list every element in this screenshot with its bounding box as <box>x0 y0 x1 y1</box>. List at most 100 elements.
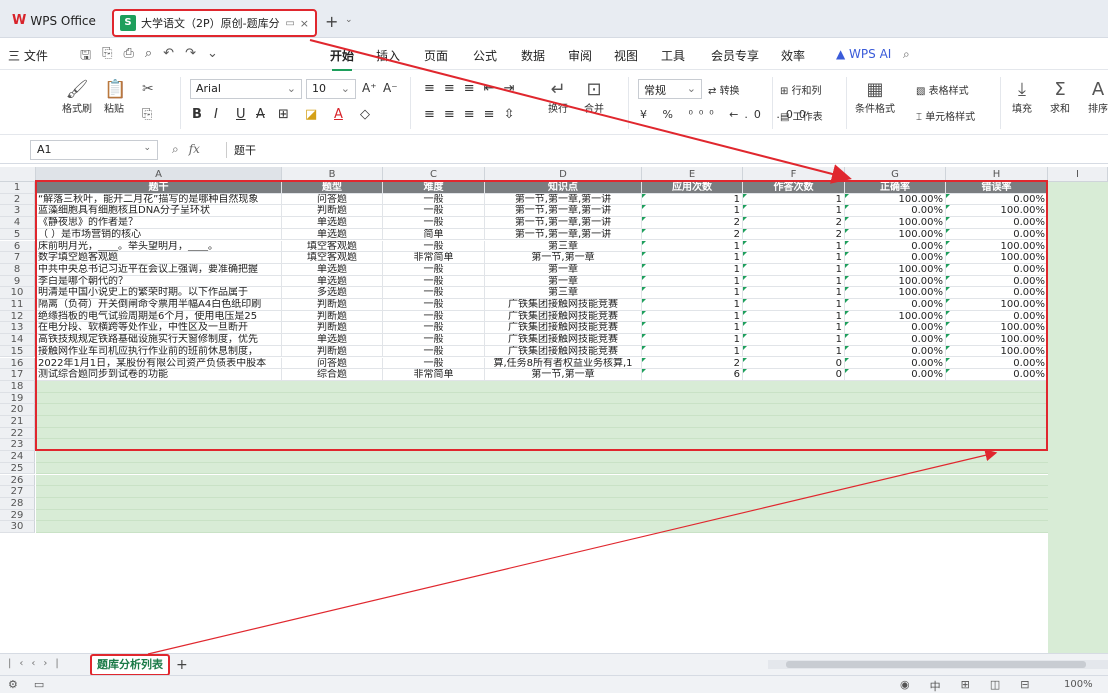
row-header[interactable]: 20 <box>0 404 35 416</box>
table-cell[interactable]: 1 <box>642 263 743 276</box>
table-cell[interactable]: 1 <box>642 345 743 358</box>
table-cell[interactable]: 问答题 <box>282 193 383 206</box>
tab-review[interactable]: 审阅 <box>568 47 592 64</box>
table-cell[interactable]: 100.00% <box>946 334 1048 346</box>
table-cell[interactable]: 一般 <box>383 240 485 253</box>
table-cell[interactable]: 100.00% <box>845 287 946 299</box>
strikethrough-icon[interactable]: A <box>256 107 265 122</box>
column-header-i[interactable]: I <box>1048 167 1108 182</box>
row-header[interactable]: 11 <box>0 299 35 311</box>
macro-icon[interactable]: ⚙ <box>8 678 18 691</box>
table-cell[interactable]: 1 <box>743 193 845 206</box>
underline-icon[interactable]: U <box>236 107 246 122</box>
table-cell[interactable]: 0.00% <box>845 345 946 358</box>
row-header[interactable]: 3 <box>0 205 35 218</box>
table-cell[interactable]: 综合题 <box>282 369 383 381</box>
table-cell[interactable]: 在电分段、软横跨等处作业，中性区及一旦断开 <box>36 322 282 335</box>
header-cell[interactable]: 错误率 <box>946 182 1048 194</box>
table-cell[interactable]: 广铁集团接触网技能竞赛 <box>485 322 642 335</box>
table-cell[interactable]: 中共中央总书记习近平在会议上强调，要准确把握 <box>36 263 282 276</box>
function-icon[interactable]: fx <box>189 142 200 157</box>
table-cell[interactable]: 1 <box>642 193 743 206</box>
conditional-format-button[interactable]: ▦ 条件格式 <box>855 79 895 115</box>
empty-row[interactable] <box>36 392 1048 405</box>
table-cell[interactable]: 第一节,第一章 <box>485 369 642 381</box>
table-cell[interactable]: 100.00% <box>845 228 946 241</box>
table-cell[interactable]: 1 <box>743 299 845 311</box>
tab-member[interactable]: 会员专享 <box>711 47 759 64</box>
table-cell[interactable]: 广铁集团接触网技能竞赛 <box>485 310 642 323</box>
table-cell[interactable]: 0.00% <box>845 369 946 381</box>
row-header[interactable]: 22 <box>0 427 35 440</box>
row-header[interactable]: 5 <box>0 228 35 241</box>
table-cell[interactable]: 6 <box>642 369 743 381</box>
row-header[interactable]: 14 <box>0 334 35 346</box>
table-cell[interactable]: 1 <box>642 240 743 253</box>
table-cell[interactable]: 第一节,第一章,第一讲 <box>485 205 642 218</box>
table-cell[interactable]: 判断题 <box>282 205 383 218</box>
table-style-button[interactable]: ▧ 表格样式 <box>916 82 969 97</box>
table-cell[interactable]: 2 <box>642 217 743 229</box>
table-cell[interactable]: 0.00% <box>946 287 1048 299</box>
table-cell[interactable]: 一般 <box>383 275 485 288</box>
table-cell[interactable]: 100.00% <box>845 217 946 229</box>
row-header[interactable]: 21 <box>0 416 35 428</box>
table-cell[interactable]: 1 <box>743 287 845 299</box>
bold-icon[interactable]: B <box>192 107 202 122</box>
table-cell[interactable]: 明清是中国小说史上的繁荣时期。以下作品属于 <box>36 287 282 299</box>
table-cell[interactable]: 单选题 <box>282 334 383 346</box>
row-header[interactable]: 7 <box>0 252 35 264</box>
undo-icon[interactable]: ↶ <box>163 46 174 68</box>
table-cell[interactable]: 1 <box>642 299 743 311</box>
table-cell[interactable]: 判断题 <box>282 345 383 358</box>
table-cell[interactable]: 接触网作业车司机应执行作业前的班前休息制度， <box>36 345 282 358</box>
tab-efficiency[interactable]: 效率 <box>781 47 805 64</box>
table-cell[interactable]: 一般 <box>383 310 485 323</box>
table-cell[interactable]: 李白是哪个朝代的？ <box>36 275 282 288</box>
select-all-corner[interactable] <box>0 167 36 182</box>
table-cell[interactable]: 1 <box>642 310 743 323</box>
table-cell[interactable]: 0.00% <box>845 322 946 335</box>
tab-insert[interactable]: 插入 <box>376 47 400 64</box>
fill-button[interactable]: ⤓ 填充 <box>1012 79 1032 115</box>
wps-ai-tab[interactable]: ▲ WPS AI <box>836 47 891 61</box>
border-icon[interactable]: ⊞ <box>278 107 289 122</box>
table-cell[interactable]: 1 <box>642 252 743 264</box>
table-cell[interactable]: 广铁集团接触网技能竞赛 <box>485 345 642 358</box>
close-tab-icon[interactable]: × <box>300 17 309 30</box>
row-header[interactable]: 27 <box>0 486 35 498</box>
table-cell[interactable]: 一般 <box>383 217 485 229</box>
row-header[interactable]: 30 <box>0 521 35 533</box>
row-header[interactable]: 15 <box>0 345 35 358</box>
table-cell[interactable]: 第一章 <box>485 263 642 276</box>
table-cell[interactable]: 蓝藻细胞具有细胞核且DNA分子呈环状 <box>36 205 282 218</box>
table-cell[interactable]: 非常简单 <box>383 369 485 381</box>
tab-view[interactable]: 视图 <box>614 47 638 64</box>
table-cell[interactable]: 床前明月光，____。举头望明月，____。 <box>36 240 282 253</box>
table-cell[interactable]: 隔离（负荷）开关倒闸命令票用半幅A4白色纸印刷 <box>36 299 282 311</box>
row-header[interactable]: 8 <box>0 263 35 276</box>
table-cell[interactable]: 一般 <box>383 287 485 299</box>
table-cell[interactable]: 1 <box>642 287 743 299</box>
worksheet-button[interactable]: ▤ 工作表 <box>780 108 823 123</box>
table-cell[interactable]: 0.00% <box>946 217 1048 229</box>
empty-row[interactable] <box>36 486 1048 498</box>
header-cell[interactable]: 题型 <box>282 182 383 194</box>
table-cell[interactable]: （ ）是市场营销的核心 <box>36 228 282 241</box>
column-header-f[interactable]: F <box>743 167 845 182</box>
horizontal-scrollbar[interactable] <box>768 660 1108 669</box>
row-header[interactable]: 10 <box>0 287 35 299</box>
table-cell[interactable]: 0.00% <box>946 310 1048 323</box>
table-cell[interactable]: 0.00% <box>946 263 1048 276</box>
row-header[interactable]: 17 <box>0 369 35 381</box>
table-cell[interactable]: 100.00% <box>946 205 1048 218</box>
sort-button[interactable]: A 排序 <box>1088 79 1108 115</box>
row-header[interactable]: 25 <box>0 462 35 475</box>
table-cell[interactable]: 0.00% <box>946 275 1048 288</box>
merge-button[interactable]: ⊡ 合并 <box>584 79 604 115</box>
table-cell[interactable]: 2 <box>743 228 845 241</box>
more-dropdown-icon[interactable]: ⌄ <box>207 46 218 68</box>
table-cell[interactable]: 1 <box>642 322 743 335</box>
table-cell[interactable]: 100.00% <box>946 322 1048 335</box>
row-header[interactable]: 24 <box>0 451 35 463</box>
